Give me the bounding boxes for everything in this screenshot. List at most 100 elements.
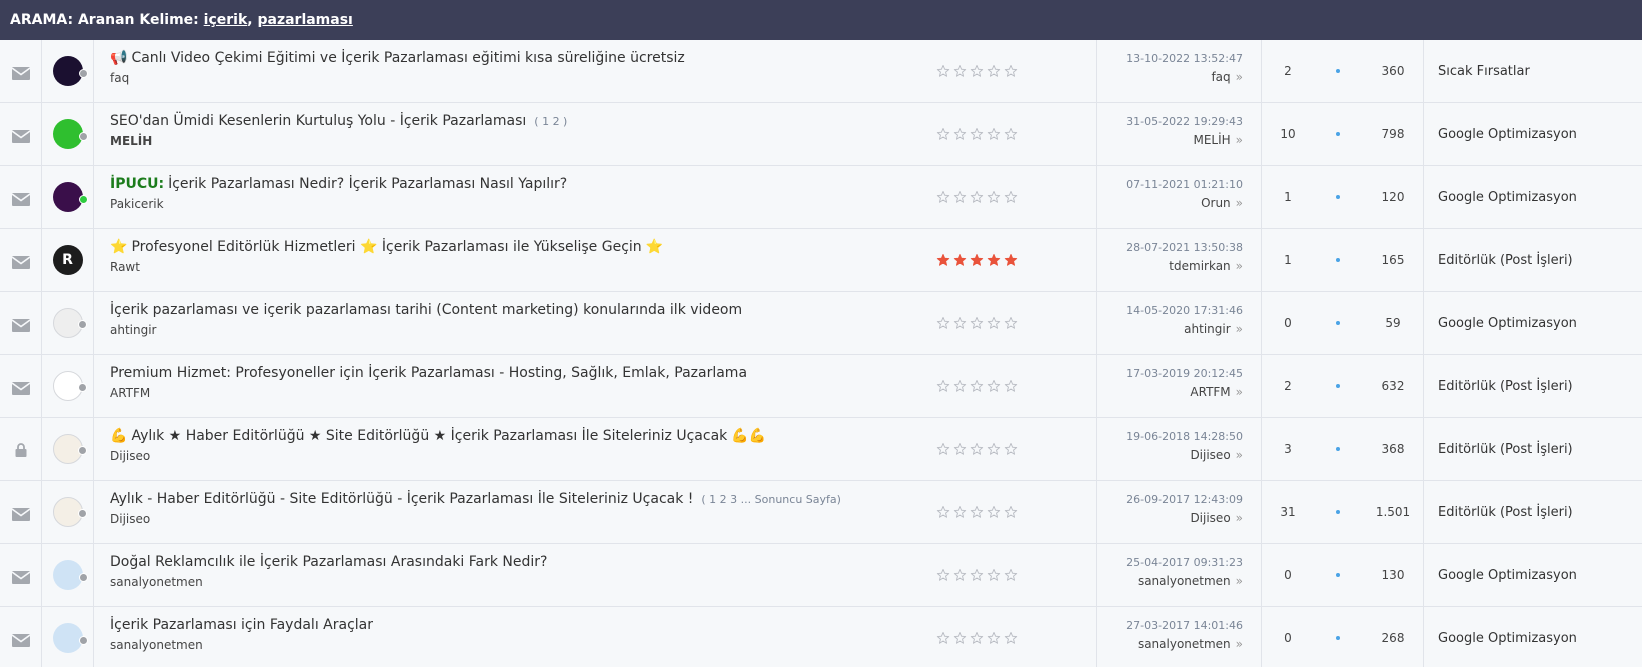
last-post-user[interactable]: MELİH » xyxy=(1097,133,1243,147)
avatar[interactable]: R xyxy=(52,245,83,275)
last-post-user[interactable]: tdemirkan » xyxy=(1097,259,1243,273)
star-icon[interactable] xyxy=(936,64,950,78)
star-icon[interactable] xyxy=(953,442,967,456)
star-icon[interactable] xyxy=(987,568,1001,582)
star-icon[interactable] xyxy=(987,631,1001,645)
last-post-user[interactable]: faq » xyxy=(1097,70,1243,84)
last-post-username[interactable]: sanalyonetmen xyxy=(1138,574,1231,588)
forum-name[interactable]: Sıcak Fırsatlar xyxy=(1424,40,1642,102)
last-post-user[interactable]: sanalyonetmen » xyxy=(1097,637,1243,651)
topic-title-link[interactable]: Aylık ★ Haber Editörlüğü ★ Site Editörlü… xyxy=(131,428,727,444)
last-post-user[interactable]: ARTFM » xyxy=(1097,385,1243,399)
star-icon[interactable] xyxy=(1004,190,1018,204)
forum-name[interactable]: Editörlük (Post İşleri) xyxy=(1424,355,1642,417)
star-icon[interactable] xyxy=(987,379,1001,393)
topic-title-link[interactable]: İçerik Pazarlaması Nedir? İçerik Pazarla… xyxy=(168,176,567,192)
star-icon[interactable] xyxy=(970,190,984,204)
chevron-right-icon[interactable]: » xyxy=(1236,322,1243,336)
chevron-right-icon[interactable]: » xyxy=(1236,511,1243,525)
topic-author-link[interactable]: ARTFM xyxy=(110,386,926,400)
topic-author-link[interactable]: ahtingir xyxy=(110,323,926,337)
topic-author-link[interactable]: Pakicerik xyxy=(110,197,926,211)
avatar[interactable] xyxy=(52,56,88,86)
avatar[interactable] xyxy=(52,560,88,590)
last-post-username[interactable]: Dijiseo xyxy=(1190,511,1230,525)
avatar[interactable] xyxy=(52,182,88,212)
chevron-right-icon[interactable]: » xyxy=(1236,448,1243,462)
topic-title-link[interactable]: SEO'dan Ümidi Kesenlerin Kurtuluş Yolu -… xyxy=(110,113,526,129)
star-icon[interactable] xyxy=(936,442,950,456)
star-icon[interactable] xyxy=(970,127,984,141)
topic-prefix[interactable]: İPUCU: xyxy=(110,176,164,192)
star-icon[interactable] xyxy=(987,190,1001,204)
last-post-user[interactable]: Dijiseo » xyxy=(1097,511,1243,525)
star-icon[interactable] xyxy=(970,316,984,330)
star-icon[interactable] xyxy=(987,127,1001,141)
star-icon[interactable] xyxy=(953,253,967,267)
topic-title-link[interactable]: Premium Hizmet: Profesyoneller için İçer… xyxy=(110,365,747,381)
star-icon[interactable] xyxy=(936,631,950,645)
forum-name[interactable]: Editörlük (Post İşleri) xyxy=(1424,481,1642,543)
forum-name[interactable]: Google Optimizasyon xyxy=(1424,544,1642,606)
topic-author-link[interactable]: Dijiseo xyxy=(110,449,926,463)
last-post-username[interactable]: tdemirkan xyxy=(1169,259,1230,273)
topic-author-link[interactable]: sanalyonetmen xyxy=(110,575,926,589)
star-icon[interactable] xyxy=(970,442,984,456)
star-icon[interactable] xyxy=(1004,505,1018,519)
last-post-user[interactable]: sanalyonetmen » xyxy=(1097,574,1243,588)
last-post-username[interactable]: sanalyonetmen xyxy=(1138,637,1231,651)
star-icon[interactable] xyxy=(936,505,950,519)
star-icon[interactable] xyxy=(936,253,950,267)
forum-name[interactable]: Editörlük (Post İşleri) xyxy=(1424,229,1642,291)
chevron-right-icon[interactable]: » xyxy=(1236,259,1243,273)
star-icon[interactable] xyxy=(953,127,967,141)
star-icon[interactable] xyxy=(987,505,1001,519)
star-icon[interactable] xyxy=(987,64,1001,78)
star-icon[interactable] xyxy=(970,64,984,78)
star-icon[interactable] xyxy=(1004,316,1018,330)
star-icon[interactable] xyxy=(936,190,950,204)
chevron-right-icon[interactable]: » xyxy=(1236,70,1243,84)
star-icon[interactable] xyxy=(1004,64,1018,78)
star-icon[interactable] xyxy=(987,442,1001,456)
star-icon[interactable] xyxy=(953,379,967,393)
last-post-username[interactable]: Dijiseo xyxy=(1190,448,1230,462)
topic-author-link[interactable]: MELİH xyxy=(110,134,926,148)
topic-title-link[interactable]: İçerik pazarlaması ve içerik pazarlaması… xyxy=(110,302,742,318)
star-icon[interactable] xyxy=(1004,568,1018,582)
forum-name[interactable]: Google Optimizasyon xyxy=(1424,103,1642,165)
chevron-right-icon[interactable]: » xyxy=(1236,196,1243,210)
topic-title-link[interactable]: Canlı Video Çekimi Eğitimi ve İçerik Paz… xyxy=(131,50,684,66)
chevron-right-icon[interactable]: » xyxy=(1236,637,1243,651)
star-icon[interactable] xyxy=(953,316,967,330)
star-icon[interactable] xyxy=(1004,442,1018,456)
star-icon[interactable] xyxy=(953,505,967,519)
star-icon[interactable] xyxy=(936,316,950,330)
last-post-username[interactable]: faq xyxy=(1211,70,1230,84)
star-icon[interactable] xyxy=(970,631,984,645)
last-post-username[interactable]: ahtingir xyxy=(1184,322,1231,336)
star-icon[interactable] xyxy=(953,631,967,645)
last-post-user[interactable]: Orun » xyxy=(1097,196,1243,210)
search-term-link[interactable]: içerik xyxy=(204,12,248,28)
star-icon[interactable] xyxy=(987,316,1001,330)
avatar[interactable] xyxy=(52,497,87,527)
topic-author-link[interactable]: sanalyonetmen xyxy=(110,638,926,652)
star-icon[interactable] xyxy=(970,568,984,582)
topic-author-link[interactable]: Dijiseo xyxy=(110,512,926,526)
topic-title-link[interactable]: Profesyonel Editörlük Hizmetleri ⭐ İçeri… xyxy=(131,239,641,255)
star-icon[interactable] xyxy=(953,568,967,582)
star-icon[interactable] xyxy=(936,379,950,393)
topic-pagination[interactable]: ( 1 2 ) xyxy=(534,115,567,128)
forum-name[interactable]: Google Optimizasyon xyxy=(1424,292,1642,354)
topic-title-link[interactable]: Doğal Reklamcılık ile İçerik Pazarlaması… xyxy=(110,554,547,570)
topic-title-link[interactable]: Aylık - Haber Editörlüğü - Site Editörlü… xyxy=(110,491,693,507)
avatar[interactable] xyxy=(52,371,87,401)
last-post-user[interactable]: ahtingir » xyxy=(1097,322,1243,336)
last-post-username[interactable]: ARTFM xyxy=(1190,385,1230,399)
search-term-link[interactable]: pazarlaması xyxy=(257,12,352,28)
star-icon[interactable] xyxy=(970,253,984,267)
star-icon[interactable] xyxy=(987,253,1001,267)
star-icon[interactable] xyxy=(953,64,967,78)
topic-author-link[interactable]: Rawt xyxy=(110,260,926,274)
